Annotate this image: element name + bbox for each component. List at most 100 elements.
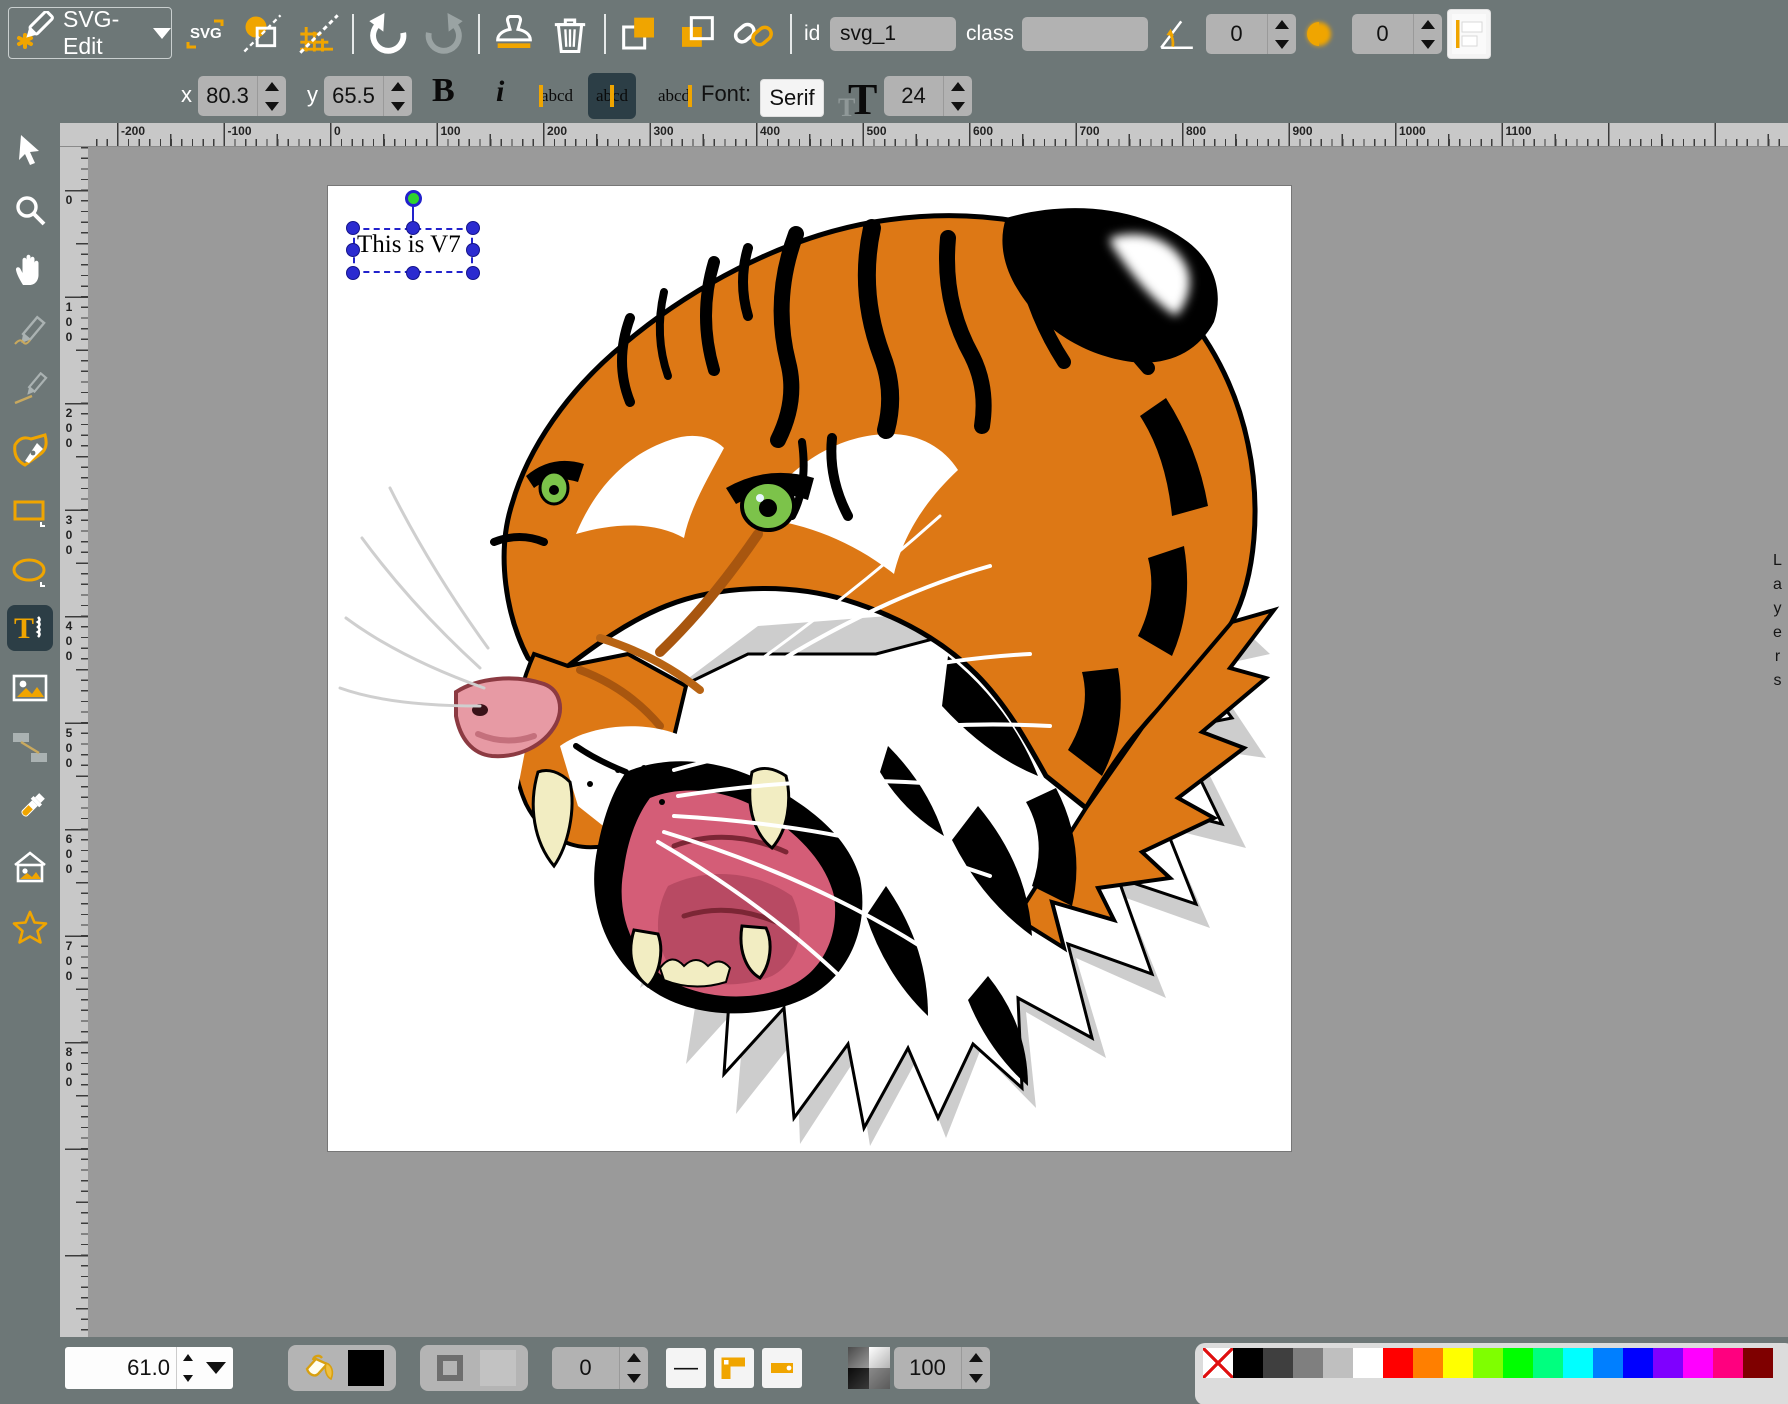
- tiger-artwork[interactable]: [328, 186, 1291, 1151]
- spin-down-icon[interactable]: [944, 96, 972, 116]
- undo-button[interactable]: [366, 12, 410, 56]
- workspace[interactable]: This is V7 Layers: [88, 147, 1788, 1337]
- spin-up-icon[interactable]: [177, 1347, 199, 1368]
- svg-canvas[interactable]: This is V7: [327, 185, 1292, 1152]
- rotate-grip[interactable]: [405, 190, 422, 207]
- stroke-width-spinner[interactable]: 0: [552, 1347, 648, 1389]
- move-to-bottom-button[interactable]: [674, 12, 718, 56]
- ellipse-tool-button[interactable]: [7, 549, 53, 595]
- eyedropper-tool-button[interactable]: [7, 785, 53, 831]
- angle-spinner[interactable]: 0: [1206, 14, 1296, 54]
- stroke-linejoin-button[interactable]: [714, 1348, 754, 1388]
- text-anchor-start-button[interactable]: abcd: [533, 73, 581, 119]
- selection-grip-n[interactable]: [406, 221, 420, 235]
- editor-preferences-button[interactable]: [297, 12, 341, 56]
- text-anchor-middle-button[interactable]: abcd: [588, 73, 636, 119]
- layers-panel-tab[interactable]: Layers: [1760, 552, 1786, 696]
- stroke-color-swatch[interactable]: [480, 1350, 516, 1386]
- italic-button[interactable]: i: [496, 75, 504, 109]
- zoom-control[interactable]: 61.0: [65, 1347, 233, 1389]
- palette-swatch-none[interactable]: [1203, 1348, 1233, 1378]
- bold-button[interactable]: B: [432, 72, 455, 110]
- zoom-tool-button[interactable]: [7, 188, 53, 234]
- id-input[interactable]: svg_1: [830, 17, 956, 51]
- opacity-spinner[interactable]: 100: [894, 1347, 990, 1389]
- main-menu-button[interactable]: SVG-Edit: [8, 7, 172, 59]
- spin-down-icon[interactable]: [1268, 34, 1296, 54]
- make-link-button[interactable]: [732, 12, 776, 56]
- line-tool-button[interactable]: [7, 367, 53, 413]
- selection-grip-s[interactable]: [406, 266, 420, 280]
- stroke-linecap-button[interactable]: [762, 1348, 802, 1388]
- palette-swatch[interactable]: [1473, 1348, 1503, 1378]
- svg-source-button[interactable]: SVG: [183, 12, 227, 56]
- palette-swatch[interactable]: [1353, 1348, 1383, 1378]
- y-spinner[interactable]: 65.5: [324, 76, 412, 116]
- palette-swatch[interactable]: [1533, 1348, 1563, 1378]
- selection-grip-ne[interactable]: [466, 221, 480, 235]
- palette-swatch[interactable]: [1593, 1348, 1623, 1378]
- zoom-spinner[interactable]: [176, 1347, 199, 1389]
- palette-swatch[interactable]: [1233, 1348, 1263, 1378]
- select-tool-button[interactable]: [7, 127, 53, 173]
- palette-swatch[interactable]: [1563, 1348, 1593, 1378]
- spin-down-icon[interactable]: [384, 96, 412, 116]
- stroke-color-control[interactable]: [420, 1345, 528, 1391]
- spin-up-icon[interactable]: [384, 76, 412, 96]
- align-position-button[interactable]: [1448, 10, 1490, 58]
- palette-swatch[interactable]: [1383, 1348, 1413, 1378]
- palette-swatch[interactable]: [1503, 1348, 1533, 1378]
- selection-grip-nw[interactable]: [346, 221, 360, 235]
- delete-button[interactable]: [548, 12, 592, 56]
- stroke-dash-button[interactable]: —: [666, 1348, 706, 1388]
- pencil-tool-button[interactable]: [7, 309, 53, 355]
- selection-grip-e[interactable]: [466, 243, 480, 257]
- font-size-spinner[interactable]: 24: [884, 76, 972, 116]
- spin-up-icon[interactable]: [258, 76, 286, 96]
- font-family-button[interactable]: Serif: [761, 80, 823, 116]
- spin-down-icon[interactable]: [620, 1368, 648, 1389]
- selection-grip-se[interactable]: [466, 266, 480, 280]
- palette-swatch[interactable]: [1263, 1348, 1293, 1378]
- x-spinner[interactable]: 80.3: [198, 76, 286, 116]
- spin-up-icon[interactable]: [1268, 14, 1296, 34]
- spin-up-icon[interactable]: [620, 1347, 648, 1368]
- move-to-top-button[interactable]: [618, 12, 662, 56]
- spin-up-icon[interactable]: [962, 1347, 990, 1368]
- star-tool-button[interactable]: [7, 905, 53, 951]
- palette-swatch[interactable]: [1653, 1348, 1683, 1378]
- connector-icon: [11, 729, 49, 767]
- spin-down-icon[interactable]: [1414, 34, 1442, 54]
- zoom-dropdown[interactable]: [199, 1362, 233, 1374]
- fill-color-control[interactable]: [288, 1345, 396, 1391]
- rect-tool-button[interactable]: [7, 489, 53, 535]
- spin-up-icon[interactable]: [1414, 14, 1442, 34]
- fill-color-swatch[interactable]: [348, 1350, 384, 1386]
- text-tool-button[interactable]: T: [7, 605, 53, 651]
- image-tool-button[interactable]: [7, 665, 53, 711]
- spin-down-icon[interactable]: [962, 1368, 990, 1389]
- palette-swatch[interactable]: [1323, 1348, 1353, 1378]
- selection-grip-sw[interactable]: [346, 266, 360, 280]
- palette-swatch[interactable]: [1743, 1348, 1773, 1378]
- path-tool-button[interactable]: [7, 427, 53, 473]
- palette-swatch[interactable]: [1623, 1348, 1653, 1378]
- clone-button[interactable]: [492, 12, 536, 56]
- connector-tool-button[interactable]: [7, 725, 53, 771]
- blur-spinner[interactable]: 0: [1352, 14, 1442, 54]
- document-properties-button[interactable]: [241, 12, 285, 56]
- palette-swatch[interactable]: [1713, 1348, 1743, 1378]
- redo-button[interactable]: [422, 12, 466, 56]
- spin-up-icon[interactable]: [944, 76, 972, 96]
- palette-swatch[interactable]: [1683, 1348, 1713, 1378]
- palette-swatch[interactable]: [1293, 1348, 1323, 1378]
- shape-library-tool-button[interactable]: [7, 845, 53, 891]
- text-anchor-end-button[interactable]: abcd: [650, 73, 698, 119]
- class-input[interactable]: [1022, 17, 1148, 51]
- selection-grip-w[interactable]: [346, 243, 360, 257]
- pan-tool-button[interactable]: [7, 247, 53, 293]
- palette-swatch[interactable]: [1443, 1348, 1473, 1378]
- palette-swatch[interactable]: [1413, 1348, 1443, 1378]
- spin-down-icon[interactable]: [258, 96, 286, 116]
- spin-down-icon[interactable]: [177, 1368, 199, 1389]
